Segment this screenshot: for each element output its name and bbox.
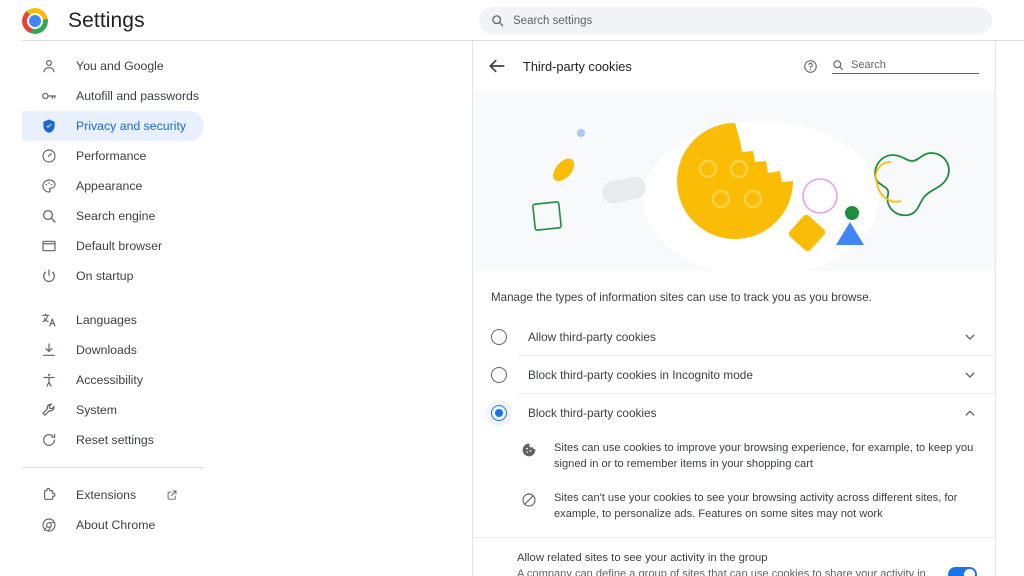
sidebar-item-label: System: [76, 403, 117, 417]
sidebar-item-label: Extensions: [76, 488, 137, 502]
sidebar-item-label: You and Google: [76, 59, 164, 73]
chevron-down-icon[interactable]: [963, 330, 977, 344]
sidebar-item-label: Performance: [76, 149, 147, 163]
detail-text: Sites can use cookies to improve your br…: [554, 442, 974, 470]
sidebar-item-search-engine[interactable]: Search engine: [22, 201, 204, 231]
key-icon: [41, 88, 57, 104]
download-icon: [41, 342, 57, 358]
sidebar-item-label: Default browser: [76, 239, 163, 253]
block-icon: [522, 493, 536, 507]
option-block-third-party-cookies-incognito[interactable]: Block third-party cookies in Incognito m…: [473, 356, 995, 393]
sidebar-item-languages[interactable]: Languages: [22, 305, 204, 335]
sidebar-item-accessibility[interactable]: Accessibility: [22, 365, 204, 395]
option-label: Block third-party cookies: [528, 405, 657, 420]
right-gutter: [996, 41, 1024, 576]
sidebar-item-label: Appearance: [76, 179, 143, 193]
page-title: Settings: [68, 8, 145, 32]
cookie-illustration: [473, 91, 995, 271]
sidebar-item-label: Languages: [76, 313, 137, 327]
top-bar: Settings Search settings: [0, 0, 1024, 41]
related-sites-toggle[interactable]: [948, 566, 977, 576]
sidebar-item-label: Accessibility: [76, 373, 143, 387]
external-link-icon: [167, 490, 177, 500]
detail-row-cookies-benefit: Sites can use cookies to improve your br…: [473, 431, 995, 481]
sidebar-item-label: On startup: [76, 269, 134, 283]
wrench-icon: [41, 402, 57, 418]
sidebar: You and Google Autofill and passwords Pr…: [0, 41, 472, 576]
help-circle-icon[interactable]: [803, 59, 818, 74]
sidebar-item-reset-settings[interactable]: Reset settings: [22, 425, 204, 455]
panel-title: Third-party cookies: [523, 58, 632, 74]
speedometer-icon: [41, 148, 57, 164]
sidebar-item-default-browser[interactable]: Default browser: [22, 231, 204, 261]
sidebar-item-system[interactable]: System: [22, 395, 204, 425]
back-arrow-icon[interactable]: [487, 56, 507, 76]
search-icon: [833, 59, 844, 70]
detail-row-cookies-blocked: Sites can't use your cookies to see your…: [473, 481, 995, 531]
sidebar-item-label: Search engine: [76, 209, 156, 223]
radio-button-selected[interactable]: [486, 399, 512, 426]
radio-button[interactable]: [491, 328, 507, 345]
sidebar-item-extensions[interactable]: Extensions: [22, 480, 204, 510]
search-settings-input[interactable]: Search settings: [479, 7, 992, 34]
search-icon: [492, 15, 504, 27]
chrome-logo-icon: [22, 7, 48, 34]
sidebar-item-label: Downloads: [76, 343, 137, 357]
window-icon: [41, 238, 57, 254]
search-settings-placeholder: Search settings: [513, 14, 593, 27]
sidebar-item-about-chrome[interactable]: About Chrome: [22, 510, 204, 540]
chrome-outline-icon: [41, 517, 57, 533]
related-sites-title: Allow related sites to see your activity…: [517, 552, 768, 564]
sidebar-item-on-startup[interactable]: On startup: [22, 261, 204, 291]
sidebar-item-you-and-google[interactable]: You and Google: [22, 51, 204, 81]
sidebar-item-label: Autofill and passwords: [76, 89, 200, 103]
content-panel: Third-party cookies Search Manage the ty…: [472, 41, 996, 576]
magnifier-icon: [41, 208, 57, 224]
related-sites-subtitle: A company can define a group of sites th…: [517, 568, 926, 576]
panel-header: Third-party cookies Search: [473, 41, 995, 91]
panel-description: Manage the types of information sites ca…: [491, 291, 872, 304]
sidebar-item-appearance[interactable]: Appearance: [22, 171, 204, 201]
power-icon: [41, 268, 57, 284]
sidebar-item-performance[interactable]: Performance: [22, 141, 204, 171]
detail-text: Sites can't use your cookies to see your…: [554, 492, 958, 520]
sidebar-item-autofill-and-passwords[interactable]: Autofill and passwords: [22, 81, 204, 111]
chevron-up-icon[interactable]: [963, 406, 977, 420]
palette-icon: [41, 178, 57, 194]
option-allow-third-party-cookies[interactable]: Allow third-party cookies: [473, 318, 995, 355]
panel-header-actions: Search: [803, 59, 979, 74]
sidebar-item-label: About Chrome: [76, 518, 156, 532]
sidebar-item-downloads[interactable]: Downloads: [22, 335, 204, 365]
panel-search-placeholder: Search: [851, 58, 886, 71]
sidebar-item-label: Privacy and security: [76, 119, 187, 133]
option-block-third-party-cookies[interactable]: Block third-party cookies: [473, 394, 995, 431]
translate-icon: [41, 312, 57, 328]
sidebar-divider: [22, 467, 204, 468]
extension-icon: [41, 487, 57, 503]
panel-search-input[interactable]: Search: [832, 59, 979, 74]
chevron-down-icon[interactable]: [963, 368, 977, 382]
sidebar-item-label: Reset settings: [76, 433, 154, 447]
sidebar-item-privacy-and-security[interactable]: Privacy and security: [22, 111, 204, 141]
main-shell: You and Google Autofill and passwords Pr…: [0, 41, 1024, 576]
radio-button[interactable]: [491, 366, 507, 383]
option-label: Allow third-party cookies: [528, 329, 656, 344]
related-sites-texts: Allow related sites to see your activity…: [517, 550, 934, 576]
accessibility-icon: [41, 372, 57, 388]
cookie-illustration-graphic: [532, 121, 950, 271]
option-label: Block third-party cookies in Incognito m…: [528, 367, 753, 382]
shield-icon: [41, 118, 57, 134]
person-icon: [41, 58, 57, 74]
refresh-icon: [41, 432, 57, 448]
related-sites-setting: Allow related sites to see your activity…: [473, 538, 995, 576]
cookie-icon: [522, 443, 536, 457]
